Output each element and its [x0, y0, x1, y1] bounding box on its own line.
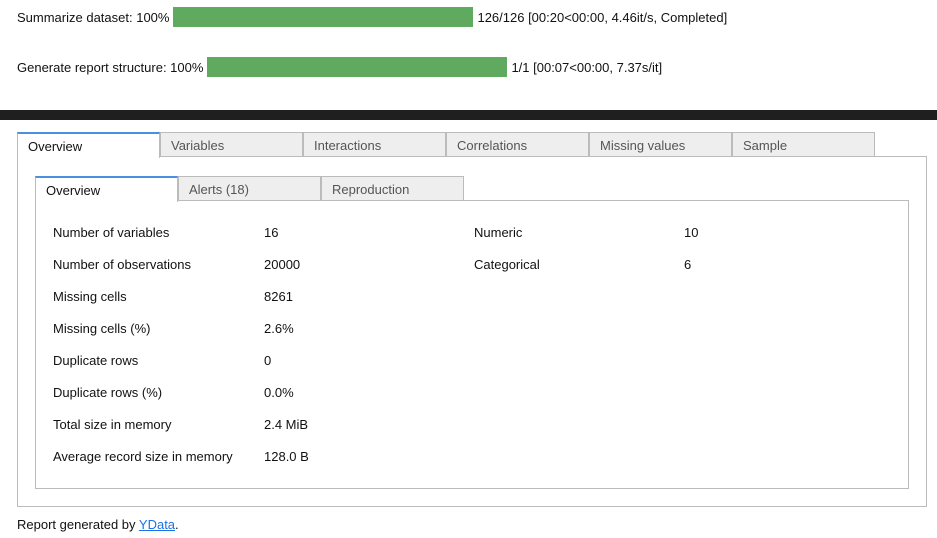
progress-bar-fill: [173, 7, 474, 27]
progress-bar-fill: [207, 57, 508, 77]
report-tabs: Overview Variables Interactions Correlat…: [17, 132, 875, 158]
type-label: Numeric: [474, 225, 523, 240]
type-value: 10: [684, 225, 699, 240]
tab-overview[interactable]: Overview: [17, 132, 160, 158]
progress-summarize: Summarize dataset: 100% 126/126 [00:20<0…: [17, 7, 727, 27]
subtab-alerts[interactable]: Alerts (18): [178, 176, 321, 201]
progress-generate-report: Generate report structure: 100% 1/1 [00:…: [17, 57, 662, 77]
ydata-link[interactable]: YData: [139, 517, 175, 532]
type-label: Categorical: [474, 257, 540, 272]
stat-label: Average record size in memory: [53, 449, 233, 464]
subtab-overview[interactable]: Overview: [35, 176, 178, 202]
stat-value: 2.6%: [264, 321, 294, 336]
stat-label: Number of observations: [53, 257, 192, 272]
tab-sample[interactable]: Sample: [732, 132, 875, 157]
progress-status: 1/1 [00:07<00:00, 7.37s/it]: [511, 59, 663, 75]
footer-prefix: Report generated by: [17, 517, 139, 532]
stat-value: 8261: [264, 289, 293, 304]
stat-value: 0: [264, 353, 272, 368]
progress-status: 126/126 [00:20<00:00, 4.46it/s, Complete…: [477, 9, 728, 25]
report-footer: Report generated by YData.: [17, 517, 179, 532]
stat-value: 16: [264, 225, 279, 240]
progress-label: Generate report structure: 100%: [17, 59, 204, 75]
progress-bar: [207, 57, 508, 77]
stat-label: Total size in memory: [53, 417, 172, 432]
progress-label: Summarize dataset: 100%: [17, 9, 170, 25]
type-value: 6: [684, 257, 692, 272]
stat-label: Missing cells (%): [53, 321, 151, 336]
stat-value: 128.0 B: [264, 449, 309, 464]
overview-subtabs: Overview Alerts (18) Reproduction: [35, 176, 464, 202]
stat-label: Missing cells: [53, 289, 127, 304]
overview-subpanel: [35, 200, 909, 489]
progress-bar: [173, 7, 474, 27]
tab-interactions[interactable]: Interactions: [303, 132, 446, 157]
stat-label: Duplicate rows (%): [53, 385, 163, 400]
tab-missing-values[interactable]: Missing values: [589, 132, 732, 157]
subtab-reproduction[interactable]: Reproduction: [321, 176, 464, 201]
stat-label: Number of variables: [53, 225, 170, 240]
stat-value: 0.0%: [264, 385, 294, 400]
tab-correlations[interactable]: Correlations: [446, 132, 589, 157]
stat-label: Duplicate rows: [53, 353, 139, 368]
footer-suffix: .: [175, 517, 179, 532]
output-separator: [0, 110, 937, 120]
stat-value: 20000: [264, 257, 301, 272]
tab-variables[interactable]: Variables: [160, 132, 303, 157]
stat-value: 2.4 MiB: [264, 417, 309, 432]
